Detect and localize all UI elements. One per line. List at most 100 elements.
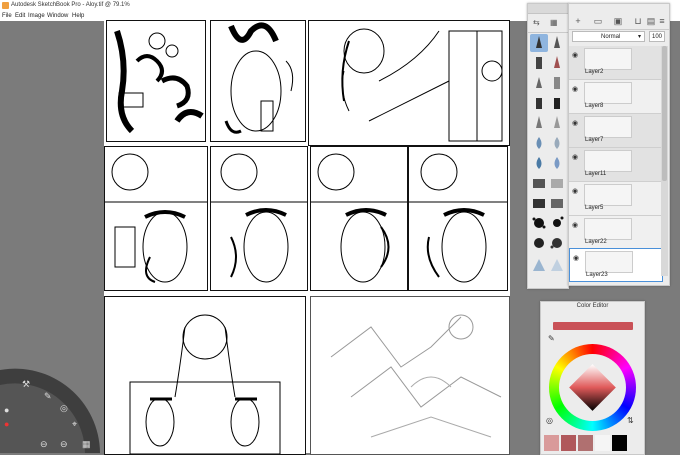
recent-color-swatch[interactable] xyxy=(612,435,627,451)
layer-thumbnail xyxy=(584,184,632,206)
layer-row-layer5[interactable]: ◉ Layer5 xyxy=(569,182,661,216)
fill-icon[interactable] xyxy=(530,114,548,132)
visibility-eye-icon[interactable]: ◉ xyxy=(572,221,578,229)
comic-panel-7 xyxy=(408,146,508,291)
folder-icon[interactable]: ▭ xyxy=(593,16,603,26)
drawing-canvas[interactable] xyxy=(104,20,510,455)
opacity-field[interactable]: 100 xyxy=(649,31,665,42)
layer-row-layer11[interactable]: ◉ Layer11 xyxy=(569,148,661,182)
undo-icon[interactable]: ⊖ xyxy=(40,439,48,450)
recent-color-swatch[interactable] xyxy=(578,435,593,451)
panel-7-artwork xyxy=(409,153,507,283)
swap-colors-icon[interactable]: ⇅ xyxy=(627,416,634,425)
layers-icon[interactable]: ▦ xyxy=(82,439,91,450)
recent-color-swatch[interactable] xyxy=(561,435,576,451)
pen-icon[interactable] xyxy=(548,34,566,52)
color-wheel[interactable] xyxy=(549,344,636,431)
current-color-swatch[interactable] xyxy=(553,322,633,330)
gradient-icon[interactable] xyxy=(548,174,566,192)
splatter-icon[interactable] xyxy=(530,214,548,232)
record-icon[interactable]: ● xyxy=(4,419,9,429)
layer-scrollbar[interactable] xyxy=(661,46,668,276)
water-icon[interactable] xyxy=(548,134,566,152)
color-puck-icon[interactable]: ◎ xyxy=(60,403,68,414)
droplet-icon[interactable] xyxy=(530,134,548,152)
delete-icon[interactable]: ▤ xyxy=(646,16,656,26)
cone-icon[interactable] xyxy=(548,256,566,274)
layer-name: Layer7 xyxy=(585,137,604,143)
stamp-icon[interactable] xyxy=(548,194,566,212)
menu-icon[interactable]: ≡ xyxy=(657,16,667,26)
brush-swap-icon[interactable]: ⇆ xyxy=(533,18,540,27)
redo-icon[interactable]: ⊖ xyxy=(60,439,68,450)
blend-icon[interactable] xyxy=(548,154,566,172)
recent-color-swatch[interactable] xyxy=(595,435,610,451)
symmetry-icon[interactable]: ⌖ xyxy=(72,419,77,430)
brush-library-icon[interactable]: ▦ xyxy=(550,18,558,27)
pencil-icon[interactable] xyxy=(530,34,548,52)
blend-row: Normal ▾ 100 xyxy=(569,30,669,44)
menu-help[interactable]: Help xyxy=(72,11,84,21)
saturation-value-picker[interactable] xyxy=(569,364,616,411)
panel-2-artwork xyxy=(224,22,294,134)
scrollbar-thumb[interactable] xyxy=(662,46,667,181)
layer-name: Layer22 xyxy=(585,239,607,245)
layer-toolbar: + ▭ ▣ ⊔ ▤ ≡ xyxy=(569,13,669,30)
add-layer-icon[interactable]: + xyxy=(573,16,583,26)
layer-row-layer23[interactable]: ◉ Layer23 xyxy=(569,248,663,282)
color-settings-icon[interactable]: ◎ xyxy=(546,416,553,425)
menu-image[interactable]: Image xyxy=(28,11,45,21)
wet-brush-icon[interactable] xyxy=(530,154,548,172)
layer-row-layer2[interactable]: ◉ Layer2 xyxy=(569,46,661,80)
panel-5-artwork xyxy=(211,153,307,283)
marker-icon[interactable] xyxy=(530,54,548,72)
comic-panel-5 xyxy=(210,146,308,291)
lagoon-toolbar: ⚒ ✎ ◎ ⌖ ● ● ⊖ ⊖ ▦ xyxy=(0,360,100,453)
sketchbook-app-icon xyxy=(2,2,9,9)
smear-icon[interactable] xyxy=(548,114,566,132)
image-icon[interactable]: ▣ xyxy=(613,16,623,26)
layer-row-layer7[interactable]: ◉ Layer7 xyxy=(569,114,661,148)
menu-window[interactable]: Window xyxy=(47,11,68,21)
panel-3-artwork xyxy=(341,28,503,142)
menu-file[interactable]: File xyxy=(2,11,12,21)
recent-color-swatch[interactable] xyxy=(544,435,559,451)
brush-size-icon[interactable]: ● xyxy=(4,405,9,415)
brush-icon[interactable] xyxy=(548,54,566,72)
merge-icon[interactable]: ⊔ xyxy=(633,16,643,26)
airbrush-icon[interactable] xyxy=(530,74,548,92)
panel-1-artwork xyxy=(114,30,204,134)
visibility-eye-icon[interactable]: ◉ xyxy=(573,254,579,262)
brush-palette-header[interactable] xyxy=(528,4,568,14)
visibility-eye-icon[interactable]: ◉ xyxy=(572,153,578,161)
comic-panel-1 xyxy=(106,20,206,142)
visibility-eye-icon[interactable]: ◉ xyxy=(572,187,578,195)
spray-icon[interactable] xyxy=(548,214,566,232)
visibility-eye-icon[interactable]: ◉ xyxy=(572,119,578,127)
visibility-eye-icon[interactable]: ◉ xyxy=(572,85,578,93)
layer-row-layer8[interactable]: ◉ Layer8 xyxy=(569,80,661,114)
color-wheel-inner xyxy=(559,354,626,421)
layer-thumbnail xyxy=(584,116,632,138)
layer-editor: + ▭ ▣ ⊔ ▤ ≡ Normal ▾ 100 ◉ Layer2 ◉ Laye… xyxy=(568,3,670,286)
layer-row-layer22[interactable]: ◉ Layer22 xyxy=(569,216,661,250)
layer-thumbnail xyxy=(584,82,632,104)
scatter-icon[interactable] xyxy=(530,234,548,252)
smudge-icon[interactable] xyxy=(530,94,548,112)
blur-icon[interactable] xyxy=(548,94,566,112)
color-editor-panel: Color Editor ✎ ◎ ⇅ xyxy=(540,301,645,455)
texture-icon[interactable] xyxy=(530,174,548,192)
tools-icon[interactable]: ⚒ xyxy=(22,379,30,390)
layer-name: Layer5 xyxy=(585,205,604,211)
eraser-icon[interactable] xyxy=(548,74,566,92)
layer-name: Layer2 xyxy=(585,69,604,75)
ink-blot-icon[interactable] xyxy=(548,234,566,252)
menu-edit[interactable]: Edit xyxy=(15,11,25,21)
eyedropper-icon[interactable]: ✎ xyxy=(548,334,555,343)
blend-mode-select[interactable]: Normal ▾ xyxy=(572,31,645,42)
grid-icon[interactable] xyxy=(530,194,548,212)
triangle-icon[interactable] xyxy=(530,256,548,274)
brush-select-icon[interactable]: ✎ xyxy=(44,391,52,402)
panel-8-artwork xyxy=(129,314,281,454)
visibility-eye-icon[interactable]: ◉ xyxy=(572,51,578,59)
